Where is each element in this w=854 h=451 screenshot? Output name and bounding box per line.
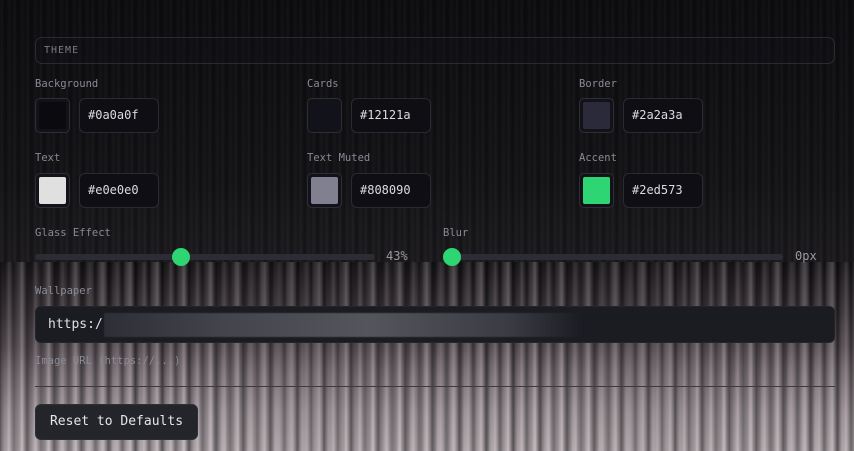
cards-color-preview [311, 102, 338, 129]
wallpaper-url-redacted [104, 313, 584, 337]
text-color-swatch[interactable] [35, 173, 70, 208]
blur-label: Blur [443, 227, 469, 239]
accent-color-preview [583, 177, 610, 204]
wallpaper-url-value: https:/ [48, 317, 103, 332]
border-color-swatch[interactable] [579, 98, 614, 133]
text-color-label: Text [35, 152, 61, 164]
background-color-hex-input[interactable]: #0a0a0f [79, 98, 159, 133]
text-muted-color-preview [311, 177, 338, 204]
background-color-swatch[interactable] [35, 98, 70, 133]
background-color-label: Background [35, 78, 99, 90]
border-color-preview [583, 102, 610, 129]
cards-color-swatch[interactable] [307, 98, 342, 133]
accent-color-hex-input[interactable]: #2ed573 [623, 173, 703, 208]
glass-effect-slider-thumb[interactable] [172, 248, 191, 266]
glass-effect-value: 43% [386, 249, 408, 263]
glass-effect-label: Glass Effect [35, 227, 111, 239]
text-muted-color-swatch[interactable] [307, 173, 342, 208]
border-color-hex-input[interactable]: #2a2a3a [623, 98, 703, 133]
reset-to-defaults-button[interactable]: Reset to Defaults [35, 404, 198, 440]
accent-color-label: Accent [579, 152, 617, 164]
text-muted-color-label: Text Muted [307, 152, 371, 164]
divider [35, 386, 835, 387]
wallpaper-url-input[interactable]: https:/ [35, 306, 835, 343]
border-color-label: Border [579, 78, 617, 90]
blur-value: 0px [795, 249, 817, 263]
theme-settings-panel: THEME Background #0a0a0f Cards #12121a B… [0, 0, 854, 451]
text-color-preview [39, 177, 66, 204]
wallpaper-url-hint: Image URL (https://...) [35, 355, 181, 367]
text-color-hex-input[interactable]: #e0e0e0 [79, 173, 159, 208]
blur-slider[interactable] [443, 248, 783, 266]
section-header-theme: THEME [35, 37, 835, 64]
blur-slider-thumb[interactable] [443, 248, 461, 266]
cards-color-label: Cards [307, 78, 339, 90]
wallpaper-label: Wallpaper [35, 285, 92, 297]
background-color-preview [39, 102, 66, 129]
cards-color-hex-input[interactable]: #12121a [351, 98, 431, 133]
text-muted-color-hex-input[interactable]: #808090 [351, 173, 431, 208]
glass-effect-slider[interactable] [35, 248, 375, 266]
accent-color-swatch[interactable] [579, 173, 614, 208]
